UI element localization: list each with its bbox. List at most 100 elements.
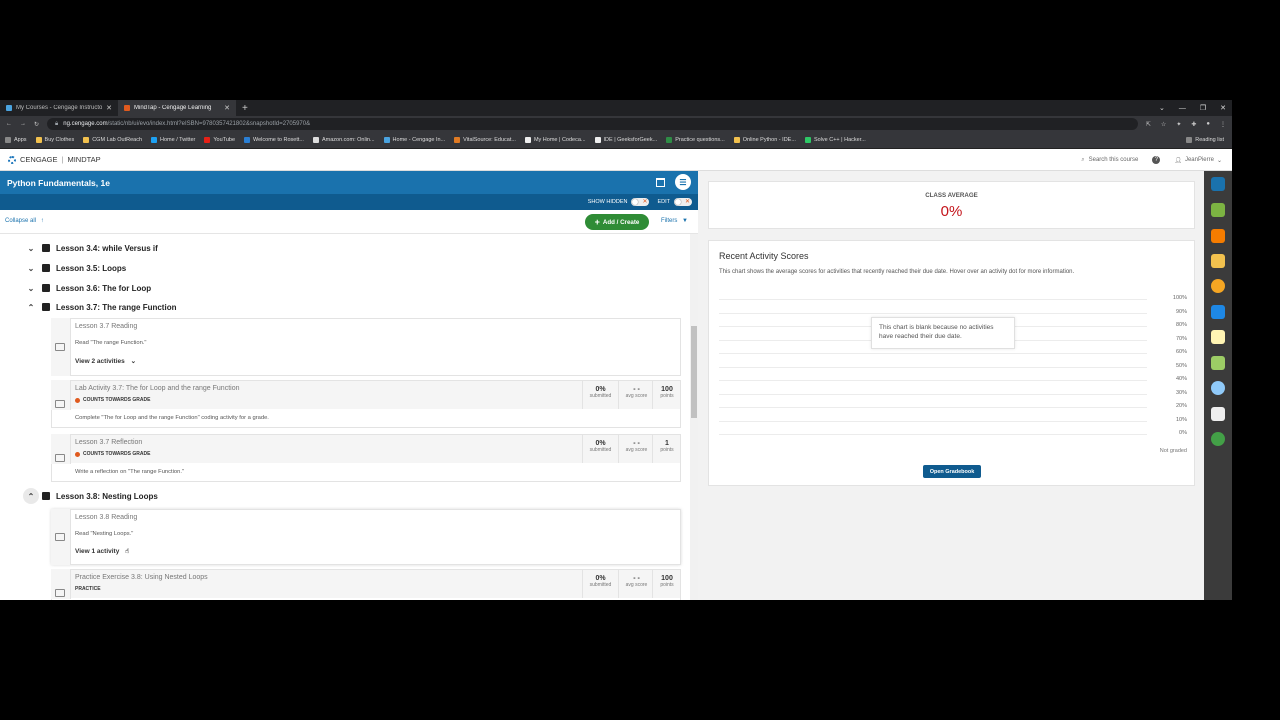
- reading-list[interactable]: Reading list: [1186, 137, 1224, 143]
- collapse-all-label: Collapse all: [5, 218, 37, 224]
- add-create-button[interactable]: + Add / Create: [585, 214, 649, 230]
- y-tick: 50%: [1175, 363, 1187, 369]
- avg-score-stat: - - avg score: [618, 381, 654, 409]
- bookmark-item[interactable]: VitalSource: Educat...: [454, 137, 516, 143]
- edit-toggle[interactable]: EDIT: [657, 198, 692, 206]
- activity-card[interactable]: Practice Exercise 3.8: Using Nested Loop…: [51, 569, 681, 600]
- tab-mindtap[interactable]: MindTap - Cengage Learning ✕: [118, 100, 236, 116]
- pencil-app-icon[interactable]: [1211, 203, 1225, 217]
- url-field[interactable]: 🔒︎ ng.cengage.com /static/nb/ui/evo/inde…: [47, 118, 1138, 130]
- y-tick: 90%: [1175, 309, 1187, 315]
- chevron-up-icon[interactable]: ⌃: [26, 303, 36, 312]
- view-activities-link[interactable]: View 2 activities ⌄: [75, 357, 136, 365]
- activity-card[interactable]: Lesson 3.7 Reflection COUNTS TOWARDS GRA…: [51, 434, 681, 482]
- share-app-icon[interactable]: [1211, 356, 1225, 370]
- bookmark-label: Online Python - IDE...: [742, 137, 796, 143]
- lesson-row[interactable]: ⌃ Lesson 3.8: Nesting Loops: [23, 488, 158, 504]
- tab-my-courses[interactable]: My Courses - Cengage Instructo ✕: [0, 100, 118, 116]
- message-app-icon[interactable]: [1211, 407, 1225, 421]
- cengage-logo[interactable]: CENGAGE | MINDTAP: [8, 155, 101, 164]
- bookmark-item[interactable]: IDE | GeeksforGeek...: [594, 137, 657, 143]
- activity-title[interactable]: Lab Activity 3.7: The for Loop and the r…: [75, 385, 239, 392]
- rosetta-icon: [244, 137, 251, 143]
- app-dock: [1204, 171, 1232, 600]
- bookmark-item[interactable]: Welcome to Rosett...: [244, 137, 304, 143]
- list-view-icon[interactable]: ☰: [675, 174, 691, 190]
- unit-cube-icon: [42, 264, 50, 272]
- book-app-icon[interactable]: [1211, 305, 1225, 319]
- close-tab-icon[interactable]: ✕: [224, 104, 230, 112]
- bookmark-item[interactable]: Buy Clothes: [35, 137, 74, 143]
- bookmark-item[interactable]: Practice questions...: [666, 137, 725, 143]
- course-bar-actions: ☰: [656, 174, 691, 190]
- toggle-switch[interactable]: [631, 198, 650, 206]
- avg-score-stat: - - avg score: [618, 435, 654, 463]
- close-tab-icon[interactable]: ✕: [106, 104, 112, 112]
- activity-card[interactable]: Lab Activity 3.7: The for Loop and the r…: [51, 380, 681, 428]
- forward-icon[interactable]: →: [20, 121, 26, 127]
- chevron-down-icon[interactable]: ⌄: [26, 284, 36, 293]
- profile-icon[interactable]: ●: [1206, 121, 1210, 128]
- stat-value: - -: [633, 575, 640, 582]
- lesson-row[interactable]: ⌄ Lesson 3.5: Loops: [26, 261, 127, 275]
- circle-app-icon[interactable]: [1211, 432, 1225, 446]
- activity-title[interactable]: Lesson 3.7 Reading: [75, 323, 137, 330]
- back-icon[interactable]: ←: [6, 121, 12, 127]
- activity-header: Lab Activity 3.7: The for Loop and the r…: [51, 380, 680, 410]
- tab-search-icon[interactable]: ⌄: [1159, 104, 1165, 112]
- show-hidden-toggle[interactable]: SHOW HIDDEN: [588, 198, 650, 206]
- lesson-row[interactable]: ⌄ Lesson 3.6: The for Loop: [26, 281, 151, 295]
- activity-title[interactable]: Lesson 3.7 Reflection: [75, 439, 142, 446]
- bookmark-item[interactable]: Home - Cengage In...: [383, 137, 445, 143]
- notes-app-icon[interactable]: [1211, 330, 1225, 344]
- bookmark-item[interactable]: Apps: [5, 137, 27, 143]
- collapse-all-link[interactable]: Collapse all ↑: [5, 218, 44, 224]
- chevron-down-icon[interactable]: ⌄: [26, 244, 36, 253]
- bookmark-item[interactable]: Home / Twitter: [151, 137, 195, 143]
- folder-app-icon[interactable]: [1211, 177, 1225, 191]
- bookmark-item[interactable]: CGM Lab OutReach: [83, 137, 142, 143]
- activity-description: Read "The range Function.": [75, 340, 147, 346]
- activity-card[interactable]: Lesson 3.7 Reading Read "The range Funct…: [51, 318, 681, 376]
- chevron-up-icon[interactable]: ⌃: [23, 488, 39, 504]
- menu-icon[interactable]: ⋮: [1220, 121, 1226, 128]
- scrollbar-thumb[interactable]: [691, 326, 697, 418]
- course-search[interactable]: ⌕ Search this course: [1081, 157, 1138, 164]
- help-icon[interactable]: ?: [1152, 156, 1161, 164]
- user-menu[interactable]: 👤︎ JeanPierre ⌄: [1174, 157, 1222, 164]
- outline-scrollbar[interactable]: [690, 234, 698, 600]
- bookmark-item[interactable]: Online Python - IDE...: [733, 137, 796, 143]
- reload-icon[interactable]: ↻: [34, 121, 39, 128]
- new-tab-button[interactable]: +: [236, 103, 254, 114]
- bookmark-item[interactable]: YouTube: [204, 137, 235, 143]
- filters-button[interactable]: Filters ▼: [661, 218, 688, 224]
- rss-app-icon[interactable]: [1211, 229, 1225, 243]
- bookmark-item[interactable]: Amazon.com: Onlin...: [312, 137, 375, 143]
- lesson-row[interactable]: ⌃ Lesson 3.7: The range Function: [26, 300, 177, 314]
- activity-title[interactable]: Practice Exercise 3.8: Using Nested Loop…: [75, 574, 208, 581]
- coin-app-icon[interactable]: [1211, 279, 1225, 293]
- restore-icon[interactable]: ❐: [1200, 104, 1206, 112]
- star-icon[interactable]: ☆: [1161, 121, 1166, 128]
- stat-label: submitted: [589, 582, 612, 588]
- calendar-icon[interactable]: [656, 177, 665, 187]
- web-app-icon[interactable]: [1211, 381, 1225, 395]
- close-window-icon[interactable]: ✕: [1220, 104, 1226, 112]
- extension-icon[interactable]: ✦: [1176, 121, 1181, 128]
- toggle-switch[interactable]: [674, 198, 692, 206]
- bookmark-item[interactable]: My Home | Codeca...: [524, 137, 586, 143]
- lesson-row[interactable]: ⌄ Lesson 3.4: while Versus if: [26, 241, 158, 255]
- activity-card[interactable]: Lesson 3.8 Reading Read "Nesting Loops."…: [51, 509, 681, 565]
- share-icon[interactable]: ⇱: [1146, 121, 1151, 128]
- puzzle-icon[interactable]: ✚: [1191, 121, 1196, 128]
- minimize-icon[interactable]: —: [1179, 105, 1186, 112]
- activity-description: Complete "The for Loop and the range Fun…: [75, 415, 269, 421]
- dictionary-app-icon[interactable]: [1211, 254, 1225, 268]
- bookmark-item[interactable]: Solve C++ | Hacker...: [804, 137, 866, 143]
- lock-icon: 🔒︎: [55, 120, 59, 127]
- open-gradebook-button[interactable]: Open Gradebook: [923, 465, 981, 478]
- view-activities-link[interactable]: View 1 activity ☝︎: [75, 547, 129, 555]
- chevron-down-icon[interactable]: ⌄: [26, 264, 36, 273]
- practice-badge: PRACTICE: [75, 586, 101, 592]
- activity-title[interactable]: Lesson 3.8 Reading: [75, 514, 137, 521]
